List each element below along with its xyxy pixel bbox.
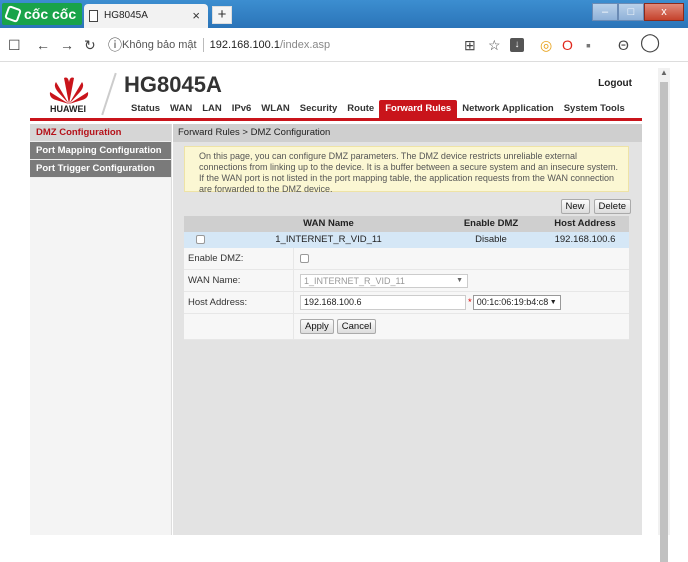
main-nav: Status WAN LAN IPv6 WLAN Security Route … [126,100,630,118]
page-icon [89,10,98,22]
enable-dmz-label: Enable DMZ: [184,247,294,270]
nav-route[interactable]: Route [342,100,379,118]
address-bar[interactable]: Không bảo mật 192.168.100.1/index.asp [122,34,502,56]
nav-wan[interactable]: WAN [165,100,197,118]
scroll-up-arrow-icon[interactable]: ▲ [658,68,670,78]
nav-network-application[interactable]: Network Application [457,100,559,118]
form-row-host: Host Address: 192.168.100.6 * 00:1c:06:1… [184,291,629,314]
browser-toolbar: ☐ ← → ↻ ⓘ Không bảo mật 192.168.100.1/ind… [0,28,688,62]
router-header: HUAWEI HG8045A Logout Status WAN LAN IPv… [30,68,642,121]
url-path: /index.asp [279,39,331,51]
row-select [184,232,216,248]
url-host: 192.168.100.1 [209,39,280,51]
new-tab-button[interactable]: + [212,6,232,24]
cancel-button[interactable]: Cancel [336,319,377,334]
download-icon[interactable]: ↓ [510,38,524,52]
mac-address-select[interactable]: 00:1c:06:19:b4:c8 ▼ [472,295,561,310]
device-model: HG8045A [124,72,222,97]
cell-host-address: 192.168.100.6 [554,234,616,245]
menu-circle-icon[interactable]: ◯ [640,33,660,51]
address-divider [202,38,204,53]
required-mark: * [468,297,472,308]
close-window-button[interactable]: x [644,3,684,21]
breadcrumb: Forward Rules > DMZ Configuration [173,124,642,142]
enable-dmz-checkbox[interactable] [300,254,309,263]
nav-system-tools[interactable]: System Tools [559,100,630,118]
wan-name-select[interactable]: 1_INTERNET_R_VID_11 ▼ [300,273,468,288]
main-content: Forward Rules > DMZ Configuration On thi… [173,124,642,535]
sidebar-item-port-mapping[interactable]: Port Mapping Configuration [30,142,171,160]
cell-wan-name: 1_INTERNET_R_VID_11 [275,234,382,245]
window-controls: – □ x [592,3,684,21]
form-row-actions: Apply Cancel [184,313,629,340]
forward-arrow-icon[interactable]: → [60,37,74,53]
logout-link[interactable]: Logout [598,78,632,89]
huawei-brand-text: HUAWEI [50,104,86,114]
coccoc-logo-icon [4,5,22,23]
dmz-table: WAN Name Enable DMZ Host Address 1_INTER… [184,216,629,248]
header-host-address: Host Address [554,218,616,229]
nav-forward-rules[interactable]: Forward Rules [379,100,458,118]
chevron-down-icon: ▼ [549,299,557,306]
opera-icon[interactable]: O [562,37,573,53]
chevron-down-icon: ▼ [456,276,463,284]
extension-gray-icon[interactable]: ▪ [586,37,591,53]
minimize-button[interactable]: – [592,3,618,21]
browser-titlebar: cốc cốc HG8045A × + – □ x [0,0,688,28]
cell-enable-dmz: Disable [475,234,507,245]
sidebar-toggle-icon[interactable]: ☐ [8,37,21,53]
table-header: WAN Name Enable DMZ Host Address [184,216,629,232]
profile-icon[interactable]: Θ [618,37,629,53]
browser-tab[interactable]: HG8045A × [84,4,208,28]
browser-brand[interactable]: cốc cốc [2,3,82,25]
header-select [184,216,216,232]
header-enable-dmz: Enable DMZ [463,218,519,229]
form-row-enable: Enable DMZ: [184,247,629,270]
scroll-thumb[interactable] [660,82,668,562]
wan-name-value: 1_INTERNET_R_VID_11 [304,275,405,286]
sidebar-item-dmz[interactable]: DMZ Configuration [30,124,171,142]
apply-button[interactable]: Apply [300,319,334,334]
sidebar: DMZ Configuration Port Mapping Configura… [30,124,172,535]
vertical-scrollbar[interactable]: ▲ [658,68,670,562]
sidebar-item-port-trigger[interactable]: Port Trigger Configuration [30,160,171,178]
bookmark-star-icon[interactable]: ☆ [488,37,501,53]
nav-lan[interactable]: LAN [197,100,227,118]
header-wan-name: WAN Name [303,218,354,229]
tab-title: HG8045A [104,10,148,21]
nav-status[interactable]: Status [126,100,165,118]
header-divider [101,72,117,116]
delete-button[interactable]: Delete [593,199,631,214]
nav-security[interactable]: Security [295,100,343,118]
host-address-label: Host Address: [184,291,294,314]
actions-label-spacer [184,313,294,340]
wan-name-label: WAN Name: [184,269,294,292]
table-actions: New Delete [560,199,631,214]
info-note: On this page, you can configure DMZ para… [184,146,629,194]
nav-wlan[interactable]: WLAN [256,100,295,118]
dmz-form: Enable DMZ: WAN Name: 1_INTERNET_R_VID_1… [184,247,629,340]
info-icon[interactable]: ⓘ [108,37,122,53]
mac-address-value: 00:1c:06:19:b4:c8 [476,297,549,307]
translate-icon[interactable]: ⊞ [464,37,476,53]
back-arrow-icon[interactable]: ← [36,37,50,53]
security-label: Không bảo mật [122,39,197,51]
row-checkbox[interactable] [195,234,205,244]
maximize-button[interactable]: □ [618,3,644,21]
host-address-input[interactable]: 192.168.100.6 [300,295,466,310]
new-button[interactable]: New [560,199,590,214]
extension-icon[interactable]: ◎ [540,37,552,53]
router-page: HUAWEI HG8045A Logout Status WAN LAN IPv… [30,68,642,535]
header-accent-line [30,118,642,121]
nav-ipv6[interactable]: IPv6 [227,100,257,118]
form-row-wan: WAN Name: 1_INTERNET_R_VID_11 ▼ [184,269,629,292]
browser-brand-label: cốc cốc [24,6,77,22]
reload-icon[interactable]: ↻ [84,37,96,53]
table-row[interactable]: 1_INTERNET_R_VID_11 Disable 192.168.100.… [184,232,629,248]
close-tab-icon[interactable]: × [192,4,200,28]
